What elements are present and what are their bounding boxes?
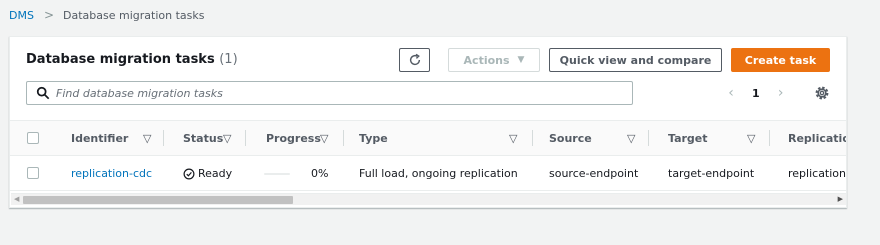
breadcrumb-current: Database migration tasks [63, 8, 205, 22]
status-cell: Ready [183, 156, 232, 191]
task-identifier-link[interactable]: replication-cdc [71, 156, 152, 191]
column-divider [648, 130, 649, 146]
column-divider [245, 130, 246, 146]
search-input[interactable] [56, 86, 616, 100]
create-task-button[interactable]: Create task [731, 48, 830, 72]
caret-down-icon: ▼ [517, 55, 525, 65]
column-divider [343, 130, 344, 146]
column-header-type[interactable]: Type [359, 121, 388, 155]
target-cell: target-endpoint [668, 167, 755, 180]
panel-title: Database migration tasks (1) [26, 52, 238, 67]
column-header-progress[interactable]: Progress [266, 121, 321, 155]
row-select-checkbox[interactable] [27, 167, 39, 179]
quick-view-compare-button[interactable]: Quick view and compare [549, 48, 722, 72]
gear-icon[interactable] [813, 84, 831, 102]
next-page-icon[interactable]: › [774, 85, 788, 101]
sort-icon[interactable]: ▽ [223, 121, 231, 155]
breadcrumb-dms-link[interactable]: DMS [9, 9, 34, 22]
sort-icon[interactable]: ▽ [747, 121, 755, 155]
status-text: Ready [198, 167, 233, 180]
sort-icon[interactable]: ▽ [509, 121, 517, 155]
breadcrumb-separator: > [43, 8, 55, 22]
scroll-right-icon[interactable]: ▶ [838, 195, 843, 203]
column-header-source[interactable]: Source [549, 121, 592, 155]
actions-dropdown-button[interactable]: Actions ▼ [448, 48, 540, 72]
type-cell: Full load, ongoing replication [359, 167, 518, 180]
sort-icon[interactable]: ▽ [627, 121, 635, 155]
actions-label: Actions [463, 53, 510, 67]
refresh-icon [409, 53, 420, 66]
column-divider [532, 130, 533, 146]
column-divider [769, 130, 770, 146]
column-header-target[interactable]: Target [668, 121, 708, 155]
check-circle-icon [183, 168, 195, 179]
progress-bar [264, 173, 290, 175]
table-row[interactable]: replication-cdc Ready 0% Full load, ongo… [10, 156, 847, 191]
panel-title-text: Database migration tasks [26, 52, 215, 67]
horizontal-scrollbar[interactable]: ◀ ▶ [11, 193, 846, 205]
replication-cell: replication- [788, 167, 847, 180]
scrollbar-thumb[interactable] [23, 196, 293, 204]
sort-icon[interactable]: ▽ [320, 121, 328, 155]
panel-title-count: (1) [219, 52, 238, 67]
pagination: ‹ 1 › [724, 83, 788, 103]
refresh-button[interactable] [399, 48, 430, 72]
select-all-checkbox[interactable] [27, 132, 39, 144]
column-header-status[interactable]: Status [183, 121, 223, 155]
source-cell: source-endpoint [549, 167, 639, 180]
previous-page-icon[interactable]: ‹ [724, 85, 738, 101]
column-divider [163, 130, 164, 146]
current-page-number[interactable]: 1 [752, 87, 760, 100]
scroll-left-icon[interactable]: ◀ [14, 195, 19, 203]
search-bar[interactable] [26, 81, 633, 105]
column-header-identifier[interactable]: Identifier [71, 121, 128, 155]
migration-tasks-panel: Database migration tasks (1) Actions ▼ Q… [9, 36, 847, 208]
search-icon [36, 86, 50, 100]
table-header: Identifier ▽ Status ▽ Progress ▽ Type ▽ … [10, 120, 846, 156]
column-header-replication[interactable]: Replication [788, 121, 846, 155]
progress-percent: 0% [311, 167, 329, 180]
sort-icon[interactable]: ▽ [143, 121, 151, 155]
breadcrumb: DMS > Database migration tasks [9, 7, 204, 23]
